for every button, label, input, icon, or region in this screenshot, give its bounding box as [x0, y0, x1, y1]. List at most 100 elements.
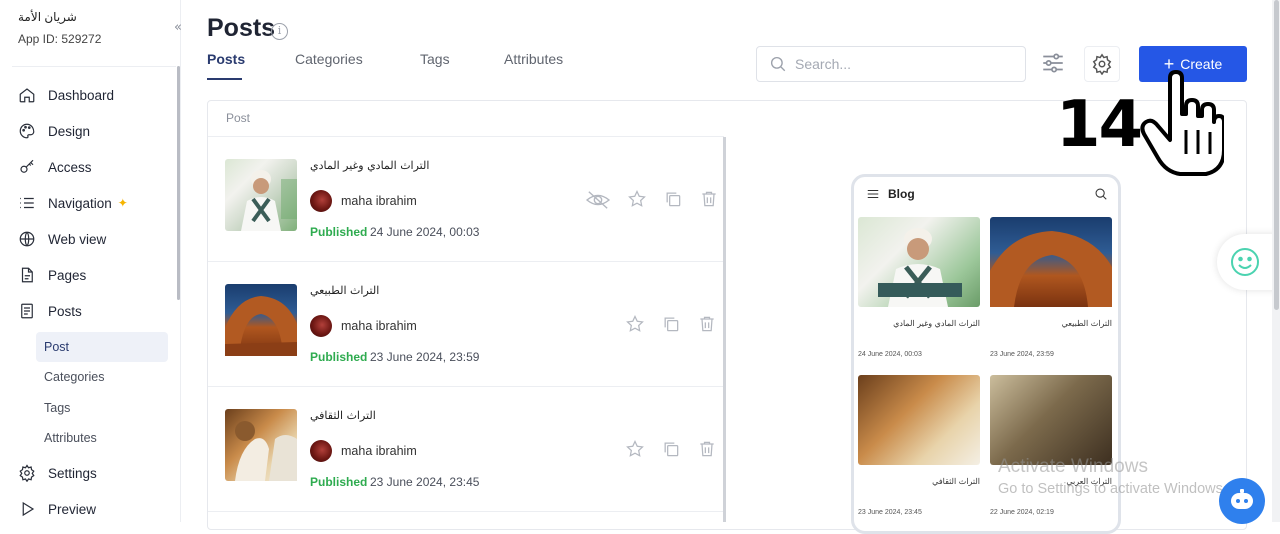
sidebar-item-pages[interactable]: Pages — [18, 263, 86, 287]
sidebar-subitem-categories[interactable]: Categories — [36, 362, 168, 392]
table-row[interactable]: التراث المادي وغير المادي maha ibrahim P… — [208, 137, 723, 262]
search-icon — [1095, 188, 1107, 200]
preview-card-image — [990, 375, 1112, 465]
star-icon[interactable] — [627, 189, 647, 216]
page-title: Posts — [207, 14, 276, 42]
status-badge: Published — [310, 225, 368, 239]
smiley-icon — [1231, 248, 1259, 276]
sidebar-divider — [12, 66, 176, 67]
home-icon — [19, 88, 35, 103]
post-title[interactable]: التراث المادي وغير المادي — [310, 159, 429, 172]
list-icon — [20, 197, 34, 209]
play-icon — [22, 501, 35, 517]
table-row[interactable]: التراث الثقافي maha ibrahim Published 23… — [208, 387, 723, 512]
page-scrollbar-thumb[interactable] — [1274, 0, 1279, 310]
sidebar-item-label: Pages — [48, 267, 87, 283]
preview-header: Blog — [866, 187, 915, 201]
chat-bot-icon — [1231, 489, 1253, 509]
preview-title: Blog — [888, 187, 915, 201]
sidebar-item-label: Settings — [48, 465, 97, 481]
sidebar-subitem-attributes[interactable]: Attributes — [36, 423, 168, 453]
status-badge: Published — [310, 350, 368, 364]
sidebar-item-design[interactable]: Design — [18, 119, 90, 143]
mobile-preview: Blog التراث المادي وغير المادي التراث ال… — [851, 174, 1121, 534]
preview-card-title: التراث الطبيعي — [1061, 319, 1112, 328]
sidebar: شريان الأمة App ID: 529272 Dashboard Des… — [0, 0, 180, 522]
preview-card-date: 23 June 2024, 23:45 — [858, 509, 922, 516]
chat-button[interactable] — [1219, 478, 1265, 524]
sidebar-item-label: Posts — [48, 303, 82, 319]
settings-button[interactable] — [1084, 46, 1120, 82]
post-thumbnail — [225, 409, 297, 481]
search-input[interactable] — [795, 56, 1005, 72]
windows-watermark-title: Activate Windows — [998, 456, 1148, 477]
list-scrollbar[interactable] — [723, 137, 726, 522]
post-thumbnail — [225, 284, 297, 356]
active-tab-indicator — [207, 78, 242, 80]
trash-icon[interactable] — [697, 314, 717, 339]
sidebar-item-label: Design — [48, 123, 91, 139]
sidebar-item-settings[interactable]: Settings — [18, 461, 97, 485]
eye-off-icon[interactable] — [585, 189, 611, 216]
app-name: شريان الأمة — [18, 10, 77, 24]
post-thumbnail — [225, 159, 297, 231]
trash-icon[interactable] — [697, 439, 717, 464]
search-box[interactable] — [756, 46, 1026, 82]
avatar — [310, 315, 332, 337]
column-header-post: Post — [226, 111, 251, 125]
preview-card-image — [858, 375, 980, 465]
globe-icon — [19, 231, 35, 247]
app-id: App ID: 529272 — [18, 32, 102, 46]
info-icon[interactable]: i — [271, 23, 288, 40]
preview-card-image — [990, 217, 1112, 307]
sidebar-item-preview[interactable]: Preview — [18, 497, 96, 521]
gear-icon — [1092, 53, 1112, 75]
document-icon — [21, 303, 33, 319]
collapse-sidebar-icon[interactable]: « — [174, 20, 182, 35]
avatar — [310, 440, 332, 462]
table-row[interactable]: التراث الطبيعي maha ibrahim Published 23… — [208, 262, 723, 387]
sidebar-item-navigation[interactable]: Navigation ✦ — [18, 191, 128, 215]
duplicate-icon[interactable] — [661, 314, 681, 339]
sidebar-item-access[interactable]: Access — [18, 155, 92, 179]
sidebar-item-dashboard[interactable]: Dashboard — [18, 83, 114, 107]
post-title[interactable]: التراث الثقافي — [310, 409, 376, 422]
post-author: maha ibrahim — [341, 319, 417, 333]
star-icon[interactable] — [625, 314, 645, 339]
tab-categories[interactable]: Categories — [295, 51, 363, 67]
sidebar-border — [180, 0, 181, 522]
tab-tags[interactable]: Tags — [420, 51, 450, 67]
sidebar-item-label: Web view — [48, 231, 107, 247]
sidebar-item-label: Dashboard — [48, 87, 115, 103]
duplicate-icon[interactable] — [663, 189, 683, 216]
status-badge: Published — [310, 475, 368, 489]
sidebar-item-label: Access — [48, 159, 92, 175]
sidebar-subitem-post[interactable]: Post — [36, 332, 168, 362]
menu-icon — [867, 189, 879, 199]
tab-attributes[interactable]: Attributes — [504, 51, 563, 67]
feedback-widget[interactable] — [1217, 234, 1280, 290]
trash-icon[interactable] — [699, 189, 719, 216]
sidebar-item-web-view[interactable]: Web view — [18, 227, 106, 251]
preview-card-title: التراث الثقافي — [932, 477, 980, 486]
windows-watermark-subtitle: Go to Settings to activate Windows. — [998, 481, 1227, 497]
tab-posts[interactable]: Posts — [207, 51, 245, 67]
duplicate-icon[interactable] — [661, 439, 681, 464]
post-author: maha ibrahim — [341, 444, 417, 458]
row-actions — [625, 314, 717, 339]
avatar — [310, 190, 332, 212]
star-icon[interactable] — [625, 439, 645, 464]
preview-card-date: 24 June 2024, 00:03 — [858, 351, 922, 358]
filter-button[interactable] — [1040, 50, 1066, 76]
post-title[interactable]: التراث الطبيعي — [310, 284, 379, 297]
sparkle-icon: ✦ — [117, 196, 128, 210]
sidebar-subitem-tags[interactable]: Tags — [36, 393, 168, 423]
hands-image — [235, 421, 297, 481]
pointer-hand-icon — [1140, 70, 1224, 176]
preview-card-title: التراث المادي وغير المادي — [893, 319, 980, 328]
page-scrollbar[interactable] — [1272, 0, 1280, 522]
sidebar-item-label: Navigation — [48, 195, 112, 211]
portrait-image — [241, 170, 297, 231]
sidebar-item-posts[interactable]: Posts — [18, 299, 82, 323]
gear-icon — [19, 464, 35, 482]
